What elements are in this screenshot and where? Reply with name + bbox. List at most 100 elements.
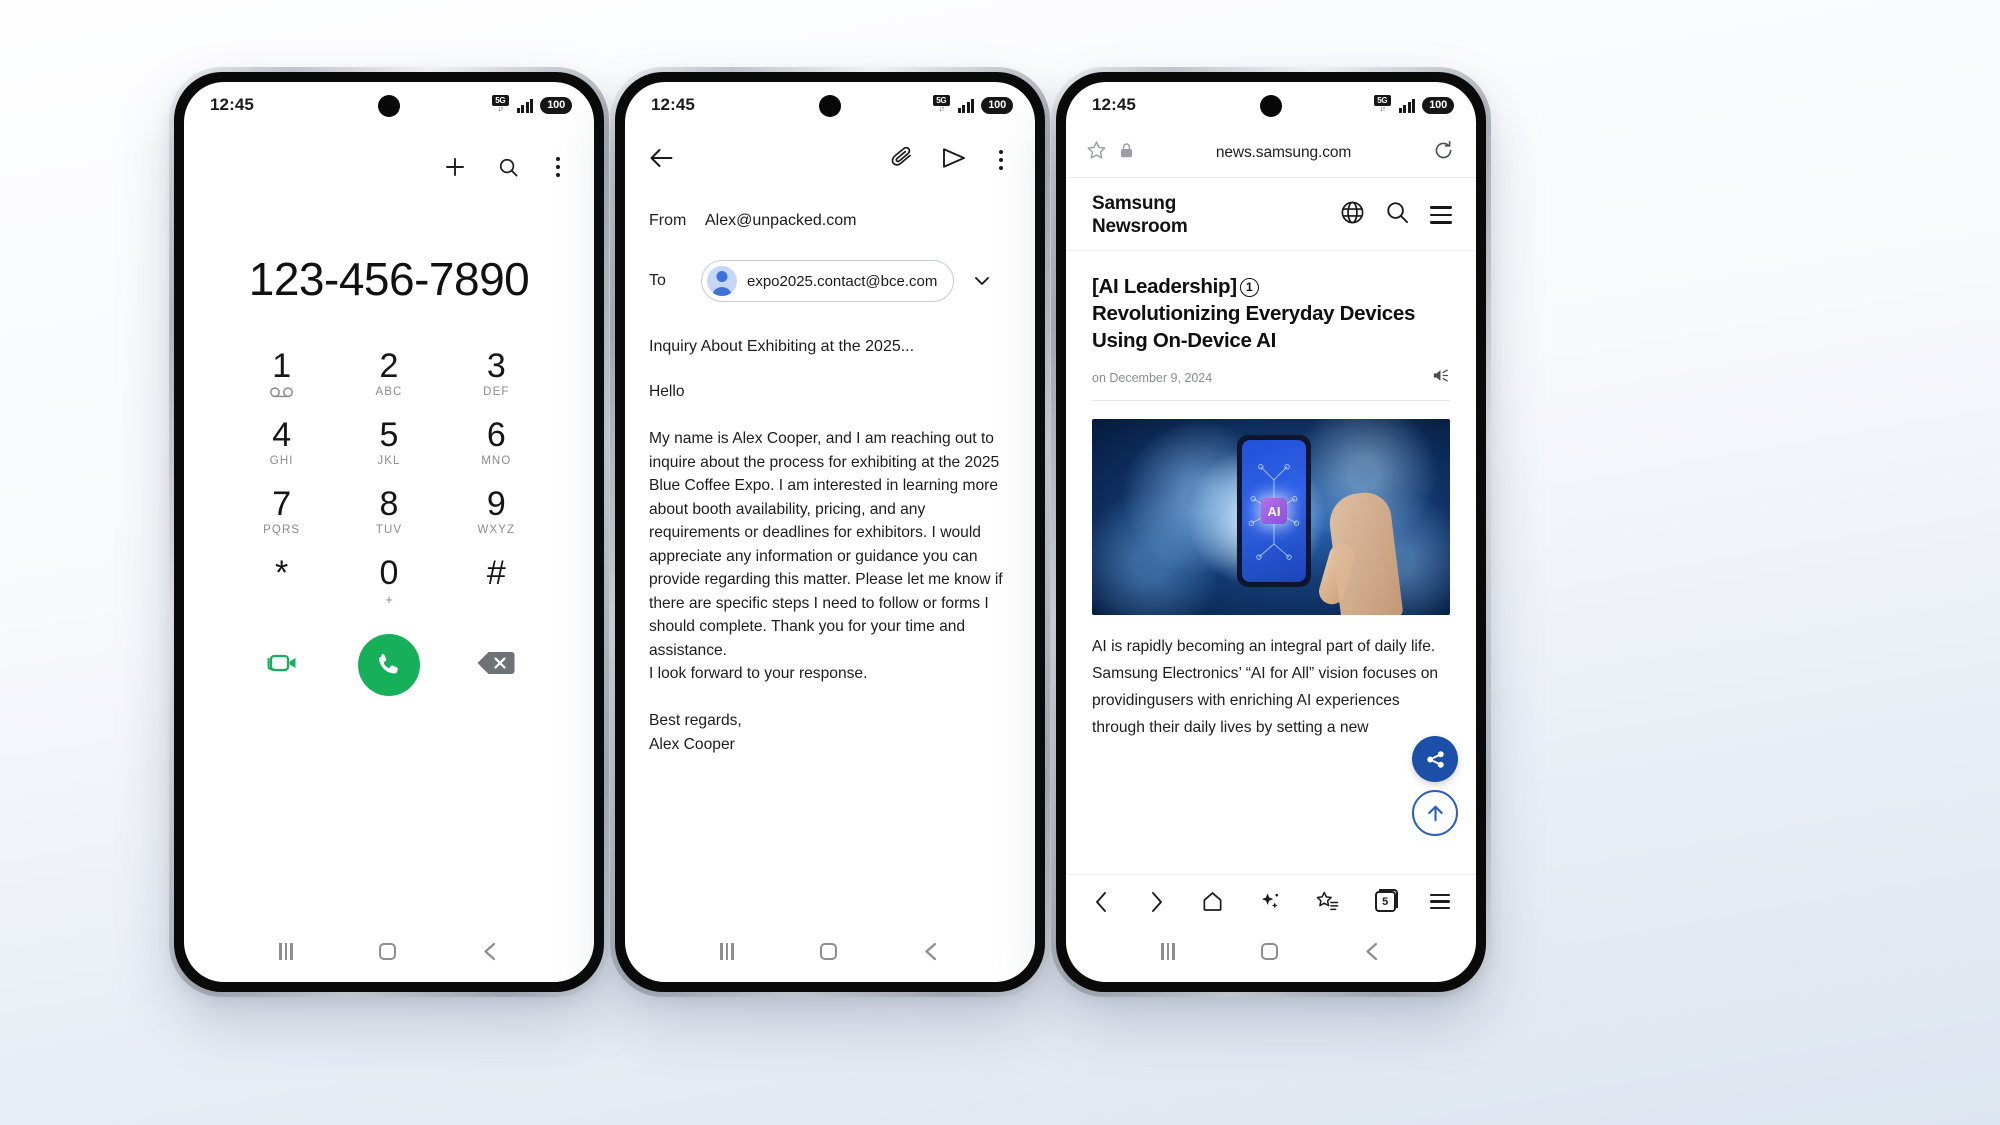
dialpad-key-8[interactable]: 8 TUV bbox=[335, 478, 442, 541]
dialpad: 1 2 ABC 3 DEF 4 GHI 5 JKL 6 MNO 7 PQRS 8… bbox=[184, 340, 594, 610]
browser-tabs-icon[interactable]: 5 bbox=[1374, 889, 1398, 912]
email-to-row: To expo2025.contact@bce.com bbox=[625, 250, 1035, 312]
plus-icon[interactable] bbox=[443, 155, 467, 179]
voicemail-icon bbox=[228, 386, 335, 399]
dialer-screen: 12:45 5G ↓↑ 100 123-456-7890 1 2 ABC 3 D… bbox=[184, 82, 594, 982]
url-text[interactable]: news.samsung.com bbox=[1146, 144, 1421, 162]
article-headline: [AI Leadership] 1 Revolutionizing Everyda… bbox=[1092, 251, 1450, 354]
star-outline-icon[interactable] bbox=[1086, 140, 1107, 166]
email-toolbar bbox=[625, 128, 1035, 192]
from-value[interactable]: Alex@unpacked.com bbox=[705, 212, 856, 230]
camera-punch-hole bbox=[819, 95, 841, 117]
battery-level-icon: 100 bbox=[1422, 96, 1454, 114]
status-icons: 5G ↓↑ 100 bbox=[932, 95, 1013, 115]
globe-icon[interactable] bbox=[1340, 200, 1365, 230]
key-letters bbox=[443, 593, 550, 606]
email-body[interactable]: Hello My name is Alex Cooper, and I am r… bbox=[625, 358, 1035, 756]
key-digit: 0 bbox=[379, 554, 399, 592]
status-time: 12:45 bbox=[651, 95, 695, 114]
share-icon[interactable] bbox=[1412, 736, 1458, 782]
key-digit: 7 bbox=[272, 485, 292, 523]
more-options-icon[interactable] bbox=[993, 146, 1009, 174]
home-icon[interactable] bbox=[1260, 942, 1278, 960]
phone-device-browser: 12:45 5G ↓↑ 100 news.samsung.com Samsung… bbox=[1051, 67, 1491, 997]
key-letters: MNO bbox=[481, 455, 512, 467]
dialpad-key-star[interactable]: * bbox=[228, 547, 335, 610]
dialpad-key-6[interactable]: 6 MNO bbox=[443, 409, 550, 472]
recents-icon[interactable] bbox=[720, 942, 734, 960]
send-icon[interactable] bbox=[941, 147, 967, 174]
article-date: on December 9, 2024 bbox=[1092, 371, 1213, 385]
video-call-icon[interactable] bbox=[266, 650, 298, 681]
dialpad-key-0[interactable]: 0 + bbox=[335, 547, 442, 610]
email-screen: 12:45 5G ↓↑ 100 From Alex@unpacked.com T… bbox=[625, 82, 1035, 982]
camera-punch-hole bbox=[1260, 95, 1282, 117]
lock-icon bbox=[1119, 142, 1134, 164]
browser-screen: 12:45 5G ↓↑ 100 news.samsung.com Samsung… bbox=[1066, 82, 1476, 982]
dialer-actions bbox=[184, 610, 594, 696]
status-bar: 12:45 5G ↓↑ 100 bbox=[184, 82, 594, 128]
backspace-icon[interactable] bbox=[476, 649, 516, 682]
camera-punch-hole bbox=[378, 95, 400, 117]
dialpad-key-5[interactable]: 5 JKL bbox=[335, 409, 442, 472]
recents-icon[interactable] bbox=[279, 942, 293, 960]
dialpad-key-3[interactable]: 3 DEF bbox=[443, 340, 550, 403]
key-digit: 6 bbox=[486, 416, 506, 454]
browser-forward-icon[interactable] bbox=[1146, 891, 1166, 913]
avatar bbox=[707, 266, 737, 296]
refresh-icon[interactable] bbox=[1433, 140, 1454, 166]
bookmarks-icon[interactable] bbox=[1315, 890, 1340, 913]
search-icon[interactable] bbox=[1385, 200, 1410, 230]
dialed-number[interactable]: 123-456-7890 bbox=[184, 190, 594, 340]
recents-icon[interactable] bbox=[1161, 942, 1175, 960]
key-letters: DEF bbox=[483, 386, 510, 398]
home-icon[interactable] bbox=[378, 942, 396, 960]
attachment-icon[interactable] bbox=[890, 146, 915, 174]
site-brand[interactable]: Samsung Newsroom bbox=[1092, 192, 1188, 238]
email-subject[interactable]: Inquiry About Exhibiting at the 2025... bbox=[625, 312, 1035, 358]
hero-phone-screen: AI bbox=[1241, 440, 1306, 582]
dialpad-key-7[interactable]: 7 PQRS bbox=[228, 478, 335, 541]
scroll-to-top-icon[interactable] bbox=[1412, 790, 1458, 836]
back-icon[interactable] bbox=[1364, 942, 1381, 961]
key-digit: 5 bbox=[379, 416, 399, 454]
key-letters: TUV bbox=[375, 524, 403, 536]
browser-menu-icon[interactable] bbox=[1429, 894, 1450, 909]
call-button[interactable] bbox=[357, 634, 420, 696]
dialpad-key-2[interactable]: 2 ABC bbox=[335, 340, 442, 403]
browser-url-bar[interactable]: news.samsung.com bbox=[1066, 128, 1476, 178]
audio-speaker-icon[interactable] bbox=[1432, 368, 1450, 388]
ai-sparkle-icon[interactable] bbox=[1258, 890, 1281, 913]
browser-home-icon[interactable] bbox=[1201, 890, 1224, 913]
brand-line-1: Samsung bbox=[1092, 193, 1177, 214]
brand-line-2: Newsroom bbox=[1092, 216, 1188, 237]
browser-back-icon[interactable] bbox=[1092, 891, 1112, 913]
chevron-down-icon[interactable] bbox=[972, 271, 992, 291]
key-digit: 4 bbox=[272, 416, 292, 454]
key-digit: 3 bbox=[486, 347, 506, 385]
home-icon[interactable] bbox=[819, 942, 837, 960]
search-icon[interactable] bbox=[497, 156, 520, 179]
article-byline-row: on December 9, 2024 bbox=[1092, 354, 1450, 401]
dialer-toolbar bbox=[184, 128, 594, 190]
email-compose-body: From Alex@unpacked.com To expo2025.conta… bbox=[625, 128, 1035, 928]
tabs-count: 5 bbox=[1374, 889, 1398, 912]
screenshot-stage: 12:45 5G ↓↑ 100 123-456-7890 1 2 ABC 3 D… bbox=[0, 0, 2000, 1125]
email-from-row: From Alex@unpacked.com bbox=[625, 192, 1035, 250]
phone-device-dialer: 12:45 5G ↓↑ 100 123-456-7890 1 2 ABC 3 D… bbox=[169, 67, 609, 997]
back-arrow-icon[interactable] bbox=[649, 147, 674, 174]
back-icon[interactable] bbox=[923, 942, 940, 961]
key-digit: 2 bbox=[379, 347, 399, 385]
key-letters: PQRS bbox=[263, 524, 301, 536]
dialpad-key-9[interactable]: 9 WXYZ bbox=[443, 478, 550, 541]
android-nav-bar bbox=[625, 928, 1035, 982]
dialpad-key-4[interactable]: 4 GHI bbox=[228, 409, 335, 472]
status-time: 12:45 bbox=[210, 95, 254, 114]
more-options-icon[interactable] bbox=[550, 153, 566, 181]
signal-bars-icon bbox=[1398, 98, 1416, 113]
back-icon[interactable] bbox=[482, 942, 499, 961]
dialpad-key-1[interactable]: 1 bbox=[228, 340, 335, 403]
hamburger-menu-icon[interactable] bbox=[1430, 206, 1452, 224]
dialpad-key-hash[interactable]: # bbox=[443, 547, 550, 610]
recipient-chip[interactable]: expo2025.contact@bce.com bbox=[701, 260, 955, 302]
